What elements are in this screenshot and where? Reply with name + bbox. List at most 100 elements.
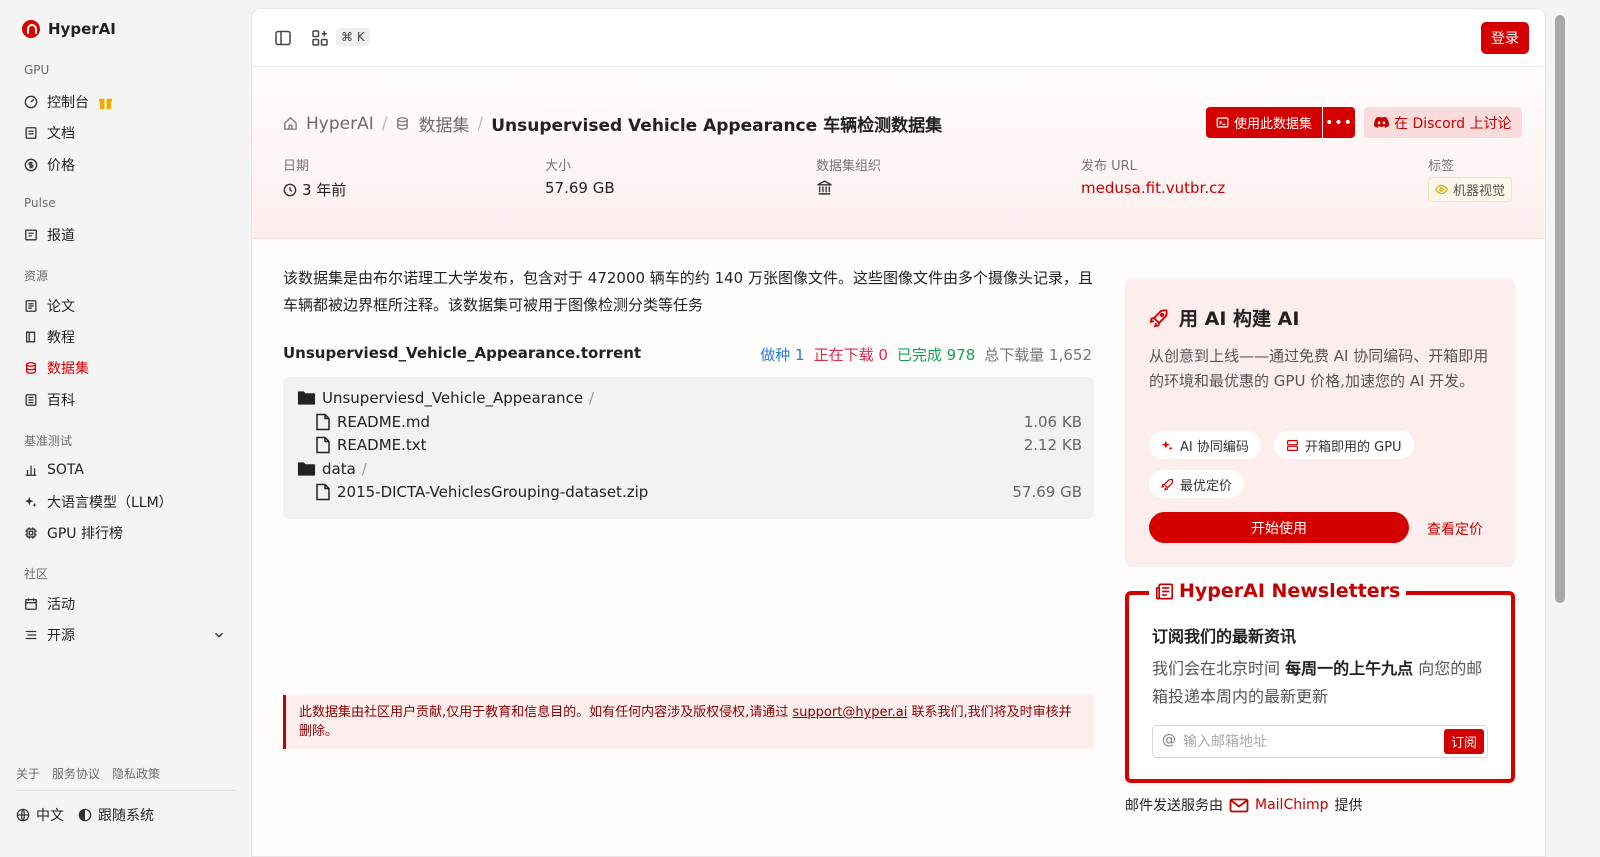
sidebar-item-label: 活动	[47, 597, 75, 613]
main-panel: ⌘ K 登录 HyperAI / 数据集 / Unsupervised Vehi…	[251, 8, 1546, 857]
file-size: 1.06 KB	[1023, 413, 1082, 431]
eye-icon	[1435, 184, 1448, 195]
folder-row[interactable]: Unsuperviesd_Vehicle_Appearance /	[297, 389, 594, 407]
tag-label: 机器视觉	[1453, 184, 1506, 199]
use-dataset-group: 使用此数据集 •••	[1206, 107, 1356, 138]
chevron-down-icon[interactable]	[212, 628, 226, 642]
gift-icon	[98, 98, 113, 109]
breadcrumb-datasets[interactable]: 数据集	[418, 111, 469, 136]
discord-icon	[1374, 116, 1389, 128]
theme-switch[interactable]: 跟随系统	[78, 805, 154, 825]
rocket-icon	[1149, 308, 1168, 327]
view-pricing-link[interactable]: 查看定价	[1427, 519, 1483, 539]
chip-ai-coding: AI 协同编码	[1149, 431, 1261, 459]
file-row[interactable]: README.md	[315, 413, 430, 431]
sidebar-item-news[interactable]: 报道	[24, 224, 75, 246]
file-tree: Unsuperviesd_Vehicle_Appearance / README.…	[283, 377, 1094, 519]
chip-label: 最优定价	[1180, 478, 1233, 494]
sidebar-item-pricing[interactable]: 价格	[24, 154, 75, 176]
globe-icon	[16, 808, 30, 822]
group-label-resources: 资源	[24, 269, 49, 283]
subscribe-button[interactable]: 订阅	[1443, 729, 1484, 754]
sidebar-item-docs[interactable]: 文档	[24, 122, 75, 144]
mailchimp-link[interactable]: MailChimp	[1255, 797, 1329, 813]
paper-icon	[25, 300, 37, 312]
url-link[interactable]: medusa.fit.vutbr.cz	[1081, 179, 1225, 197]
page-scrollbar[interactable]	[1555, 15, 1565, 603]
file-size: 2.12 KB	[1023, 436, 1082, 454]
sidebar-item-label: 控制台	[47, 95, 89, 111]
discord-button[interactable]: 在 Discord 上讨论	[1364, 107, 1522, 138]
sidebar-item-gpu-leaderboard[interactable]: GPU 排行榜	[24, 522, 123, 544]
sidebar-item-opensource[interactable]: 开源	[24, 624, 75, 646]
sidebar-item-console[interactable]: 控制台	[24, 91, 113, 113]
newsletter-desc-bold: 每周一的上午九点	[1285, 659, 1414, 678]
file-row[interactable]: README.txt	[315, 436, 427, 454]
torrent-name[interactable]: Unsuperviesd_Vehicle_Appearance.torrent	[283, 344, 641, 362]
terms-link[interactable]: 服务协议	[52, 765, 100, 782]
at-icon: @	[1162, 732, 1176, 748]
language-switch[interactable]: 中文	[16, 805, 64, 825]
sidebar-item-papers[interactable]: 论文	[24, 295, 75, 317]
newsletter-description: 我们会在北京时间 每周一的上午九点 向您的邮箱投递本周内的最新更新	[1152, 655, 1492, 711]
path-separator: /	[589, 389, 595, 407]
tags-label: 标签	[1428, 159, 1455, 174]
institution-icon	[817, 180, 832, 195]
newsletter-card: HyperAI Newsletters 订阅我们的最新资讯 我们会在北京时间 每…	[1125, 580, 1515, 783]
torrent-stats: 做种 1 正在下载 0 已完成 978 总下载量 1,652	[760, 344, 1092, 365]
downloading-count: 正在下载 0	[813, 346, 888, 364]
sidebar-item-llm[interactable]: 大语言模型（LLM）	[24, 491, 173, 513]
news-icon	[25, 229, 37, 241]
ai-card-description: 从创意到上线——通过免费 AI 协同编码、开箱即用的环境和最优惠的 GPU 价格…	[1149, 347, 1489, 390]
sidebar-toggle-icon[interactable]	[274, 29, 292, 47]
breadcrumb-home[interactable]: HyperAI	[306, 114, 374, 134]
file-row[interactable]: 2015-DICTA-VehiclesGrouping-dataset.zip	[315, 483, 648, 501]
sidebar-item-tutorials[interactable]: 教程	[24, 326, 75, 348]
about-link[interactable]: 关于	[16, 765, 40, 782]
file-name: 2015-DICTA-VehiclesGrouping-dataset.zip	[337, 483, 649, 501]
terminal-icon	[1216, 117, 1229, 128]
tag-badge[interactable]: 机器视觉	[1428, 177, 1513, 202]
folder-row[interactable]: data /	[297, 460, 367, 478]
privacy-link[interactable]: 隐私政策	[112, 765, 160, 782]
database-icon	[25, 362, 37, 374]
more-actions-button[interactable]: •••	[1323, 107, 1356, 138]
apps-icon[interactable]	[311, 29, 329, 47]
file-size: 57.69 GB	[1012, 483, 1082, 501]
sidebar: HyperAI GPU 控制台 文档 价格 Pulse 报道 资源 论文 教程 …	[0, 0, 255, 857]
document-icon	[25, 127, 37, 139]
sidebar-item-label: 数据集	[47, 361, 89, 377]
org-value[interactable]	[816, 179, 833, 196]
list-icon	[25, 630, 37, 640]
file-name: README.txt	[337, 436, 427, 454]
breadcrumb-separator: /	[477, 113, 484, 134]
sidebar-item-events[interactable]: 活动	[24, 593, 75, 615]
sidebar-item-label: 论文	[47, 299, 75, 315]
folder-name: data	[322, 460, 356, 478]
divider	[16, 790, 236, 791]
sparkle-icon	[24, 496, 37, 508]
footer-links: 关于 服务协议 隐私政策	[16, 765, 160, 782]
home-icon	[284, 116, 297, 130]
provided-by-suffix: 提供	[1334, 798, 1363, 814]
support-email-link[interactable]: support@hyper.ai	[792, 705, 907, 720]
theme-label: 跟随系统	[98, 808, 154, 824]
command-shortcut[interactable]: ⌘ K	[336, 28, 370, 46]
seeding-count: 做种 1	[760, 346, 805, 364]
sidebar-item-datasets[interactable]: 数据集	[24, 357, 89, 379]
date-value: 3 年前	[283, 179, 346, 200]
brand[interactable]: HyperAI	[22, 20, 116, 38]
folder-name: Unsuperviesd_Vehicle_Appearance	[322, 389, 584, 407]
sidebar-item-sota[interactable]: SOTA	[24, 459, 84, 481]
login-button[interactable]: 登录	[1481, 22, 1529, 54]
sparkle-icon	[1161, 440, 1173, 450]
email-input[interactable]	[1183, 730, 1423, 754]
book-icon	[25, 331, 36, 343]
provided-by-text: 邮件发送服务由	[1125, 798, 1223, 814]
language-label: 中文	[36, 808, 64, 824]
get-started-button[interactable]: 开始使用	[1149, 512, 1409, 543]
bar-chart-icon	[25, 465, 37, 476]
use-dataset-button[interactable]: 使用此数据集	[1206, 107, 1323, 138]
sidebar-item-label: GPU 排行榜	[47, 526, 123, 542]
sidebar-item-wiki[interactable]: 百科	[24, 389, 75, 411]
